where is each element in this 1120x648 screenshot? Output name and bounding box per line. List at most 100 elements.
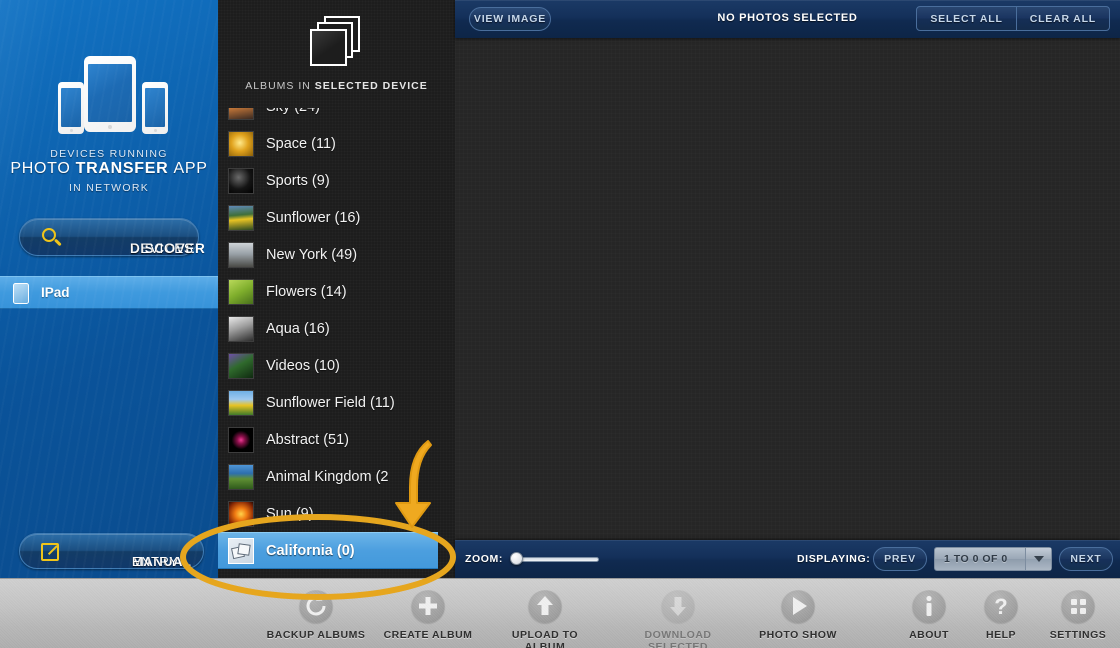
tablet-icon (84, 56, 136, 132)
dock-item-label: UPLOAD TO ALBUM (511, 629, 579, 648)
album-thumbnail (228, 130, 254, 157)
albums-title-part2: SELECTED DEVICE (314, 80, 428, 92)
grid-icon (1061, 589, 1095, 623)
album-name: Sunflower (16) (266, 209, 361, 226)
next-page-button[interactable]: NEXT (1059, 547, 1113, 571)
album-row[interactable]: Space (11) (218, 125, 438, 162)
bottom-dock-toolbar: BACKUP ALBUMS CREATE ALBUM UPLOAD TO ALBUM… (0, 578, 1120, 648)
album-thumbnail (228, 389, 254, 416)
info-icon (912, 589, 946, 623)
sidebar-item-label: IPad (41, 285, 70, 300)
album-thumbnail (228, 278, 254, 305)
album-name: Sunflower Field (11) (266, 394, 395, 411)
ipad-icon (13, 283, 29, 304)
dock-item-create-album[interactable]: CREATE ALBUM (376, 589, 480, 641)
photos-toolbar-bottom: ZOOM: DISPLAYING: PREV 1 TO 0 OF 0 NEXT (455, 540, 1120, 578)
zoom-slider-handle[interactable] (510, 552, 523, 565)
album-thumbnail (228, 426, 254, 453)
album-name: Animal Kingdom (2 (266, 468, 389, 485)
phone-left-icon (58, 82, 84, 134)
search-icon (42, 228, 56, 242)
album-name: Flowers (14) (266, 283, 347, 300)
page-range-select[interactable]: 1 TO 0 OF 0 (934, 547, 1052, 571)
dock-item-backup-albums[interactable]: BACKUP ALBUMS (264, 589, 368, 641)
album-thumbnail (228, 537, 254, 564)
album-name: California (0) (266, 542, 355, 559)
sidebar-item-ipad[interactable]: IPad (0, 276, 218, 309)
album-name: Videos (10) (266, 357, 340, 374)
dock-item-settings[interactable]: SETTINGS (1026, 589, 1120, 641)
plus-icon (411, 589, 445, 623)
discover-devices-button[interactable]: DISCOVER DEVICES (19, 218, 205, 256)
select-all-button[interactable]: SELECT ALL (917, 7, 1015, 30)
devices-sidebar: DEVICES RUNNING PHOTO TRANSFER APP IN NE… (0, 0, 218, 578)
dock-item-label: BACKUP ALBUMS (266, 629, 366, 641)
dock-item-label: PHOTO SHOW (759, 629, 837, 641)
selection-buttons-group: SELECT ALL CLEAR ALL (916, 6, 1110, 31)
album-name: Space (11) (266, 135, 336, 152)
album-thumbnail (228, 167, 254, 194)
clear-all-button[interactable]: CLEAR ALL (1015, 7, 1109, 30)
album-row[interactable]: Sun (9) (218, 495, 438, 532)
album-row[interactable]: Sunflower (16) (218, 199, 438, 236)
manual-entry-button[interactable]: MANUAL ENTRY (19, 533, 204, 569)
album-name: Abstract (51) (266, 431, 349, 448)
dock-item-download-selected: DOWNLOAD SELECTED (626, 589, 730, 648)
album-name: Sun (9) (266, 505, 314, 522)
caption-app: APP (173, 160, 208, 177)
edit-icon (41, 543, 59, 561)
photos-toolbar-top: VIEW IMAGE NO PHOTOS SELECTED SELECT ALL… (455, 0, 1120, 38)
albums-panel: ALBUMS IN SELECTED DEVICE Sky (24) Space … (218, 0, 455, 578)
album-row[interactable]: Sky (24) (218, 108, 438, 125)
page-range-value: 1 TO 0 OF 0 (944, 553, 1008, 565)
album-row[interactable]: Animal Kingdom (2 (218, 458, 438, 495)
photos-main-panel: VIEW IMAGE NO PHOTOS SELECTED SELECT ALL… (455, 0, 1120, 578)
question-icon: ? (984, 589, 1018, 623)
prev-page-button[interactable]: PREV (873, 547, 927, 571)
displaying-label: DISPLAYING: (797, 553, 871, 565)
album-thumbnail (228, 108, 254, 120)
album-thumbnail (228, 241, 254, 268)
album-row[interactable]: Sunflower Field (11) (218, 384, 438, 421)
album-thumbnail (228, 315, 254, 342)
album-thumbnail (228, 204, 254, 231)
album-thumbnail (228, 463, 254, 490)
devices-illustration (0, 30, 218, 134)
albums-panel-header: ALBUMS IN SELECTED DEVICE (218, 0, 455, 108)
album-row[interactable]: Aqua (16) (218, 310, 438, 347)
dock-item-upload-to-album[interactable]: UPLOAD TO ALBUM (493, 589, 597, 648)
album-row[interactable]: Flowers (14) (218, 273, 438, 310)
album-name: Aqua (16) (266, 320, 330, 337)
album-row[interactable]: Sports (9) (218, 162, 438, 199)
albums-title-part1: ALBUMS IN (245, 80, 315, 92)
dock-item-photo-show[interactable]: PHOTO SHOW (746, 589, 850, 641)
sidebar-caption-line2: PHOTO TRANSFER APP (0, 160, 218, 178)
album-name: Sports (9) (266, 172, 330, 189)
upload-icon (528, 589, 562, 623)
album-thumbnail (228, 500, 254, 527)
album-row[interactable]: Abstract (51) (218, 421, 438, 458)
backup-icon (299, 589, 333, 623)
play-icon (781, 589, 815, 623)
albums-panel-title: ALBUMS IN SELECTED DEVICE (218, 80, 455, 92)
dock-item-label: CREATE ALBUM (383, 629, 473, 641)
download-icon (661, 589, 695, 623)
caption-photo: PHOTO (10, 160, 76, 177)
photo-transfer-app-window: DEVICES RUNNING PHOTO TRANSFER APP IN NE… (0, 0, 1120, 648)
album-thumbnail (228, 352, 254, 379)
sidebar-caption-line3: IN NETWORK (68, 182, 150, 194)
album-name: Sky (24) (266, 108, 320, 115)
chevron-down-icon[interactable] (1025, 548, 1051, 570)
svg-text:?: ? (994, 594, 1007, 619)
album-row-selected[interactable]: California (0) (218, 532, 438, 569)
zoom-slider-track[interactable] (511, 557, 599, 562)
album-row[interactable]: Videos (10) (218, 347, 438, 384)
dock-item-label: SETTINGS (1049, 629, 1107, 641)
photo-stack-icon (309, 16, 364, 68)
sidebar-caption-line1: DEVICES RUNNING (50, 148, 168, 160)
album-list[interactable]: Sky (24) Space (11) Sports (9) Sunflower (1… (218, 108, 438, 578)
dock-item-label: DOWNLOAD SELECTED (644, 629, 712, 648)
album-row[interactable]: New York (49) (218, 236, 438, 273)
phone-right-icon (142, 82, 168, 134)
album-name: New York (49) (266, 246, 358, 263)
